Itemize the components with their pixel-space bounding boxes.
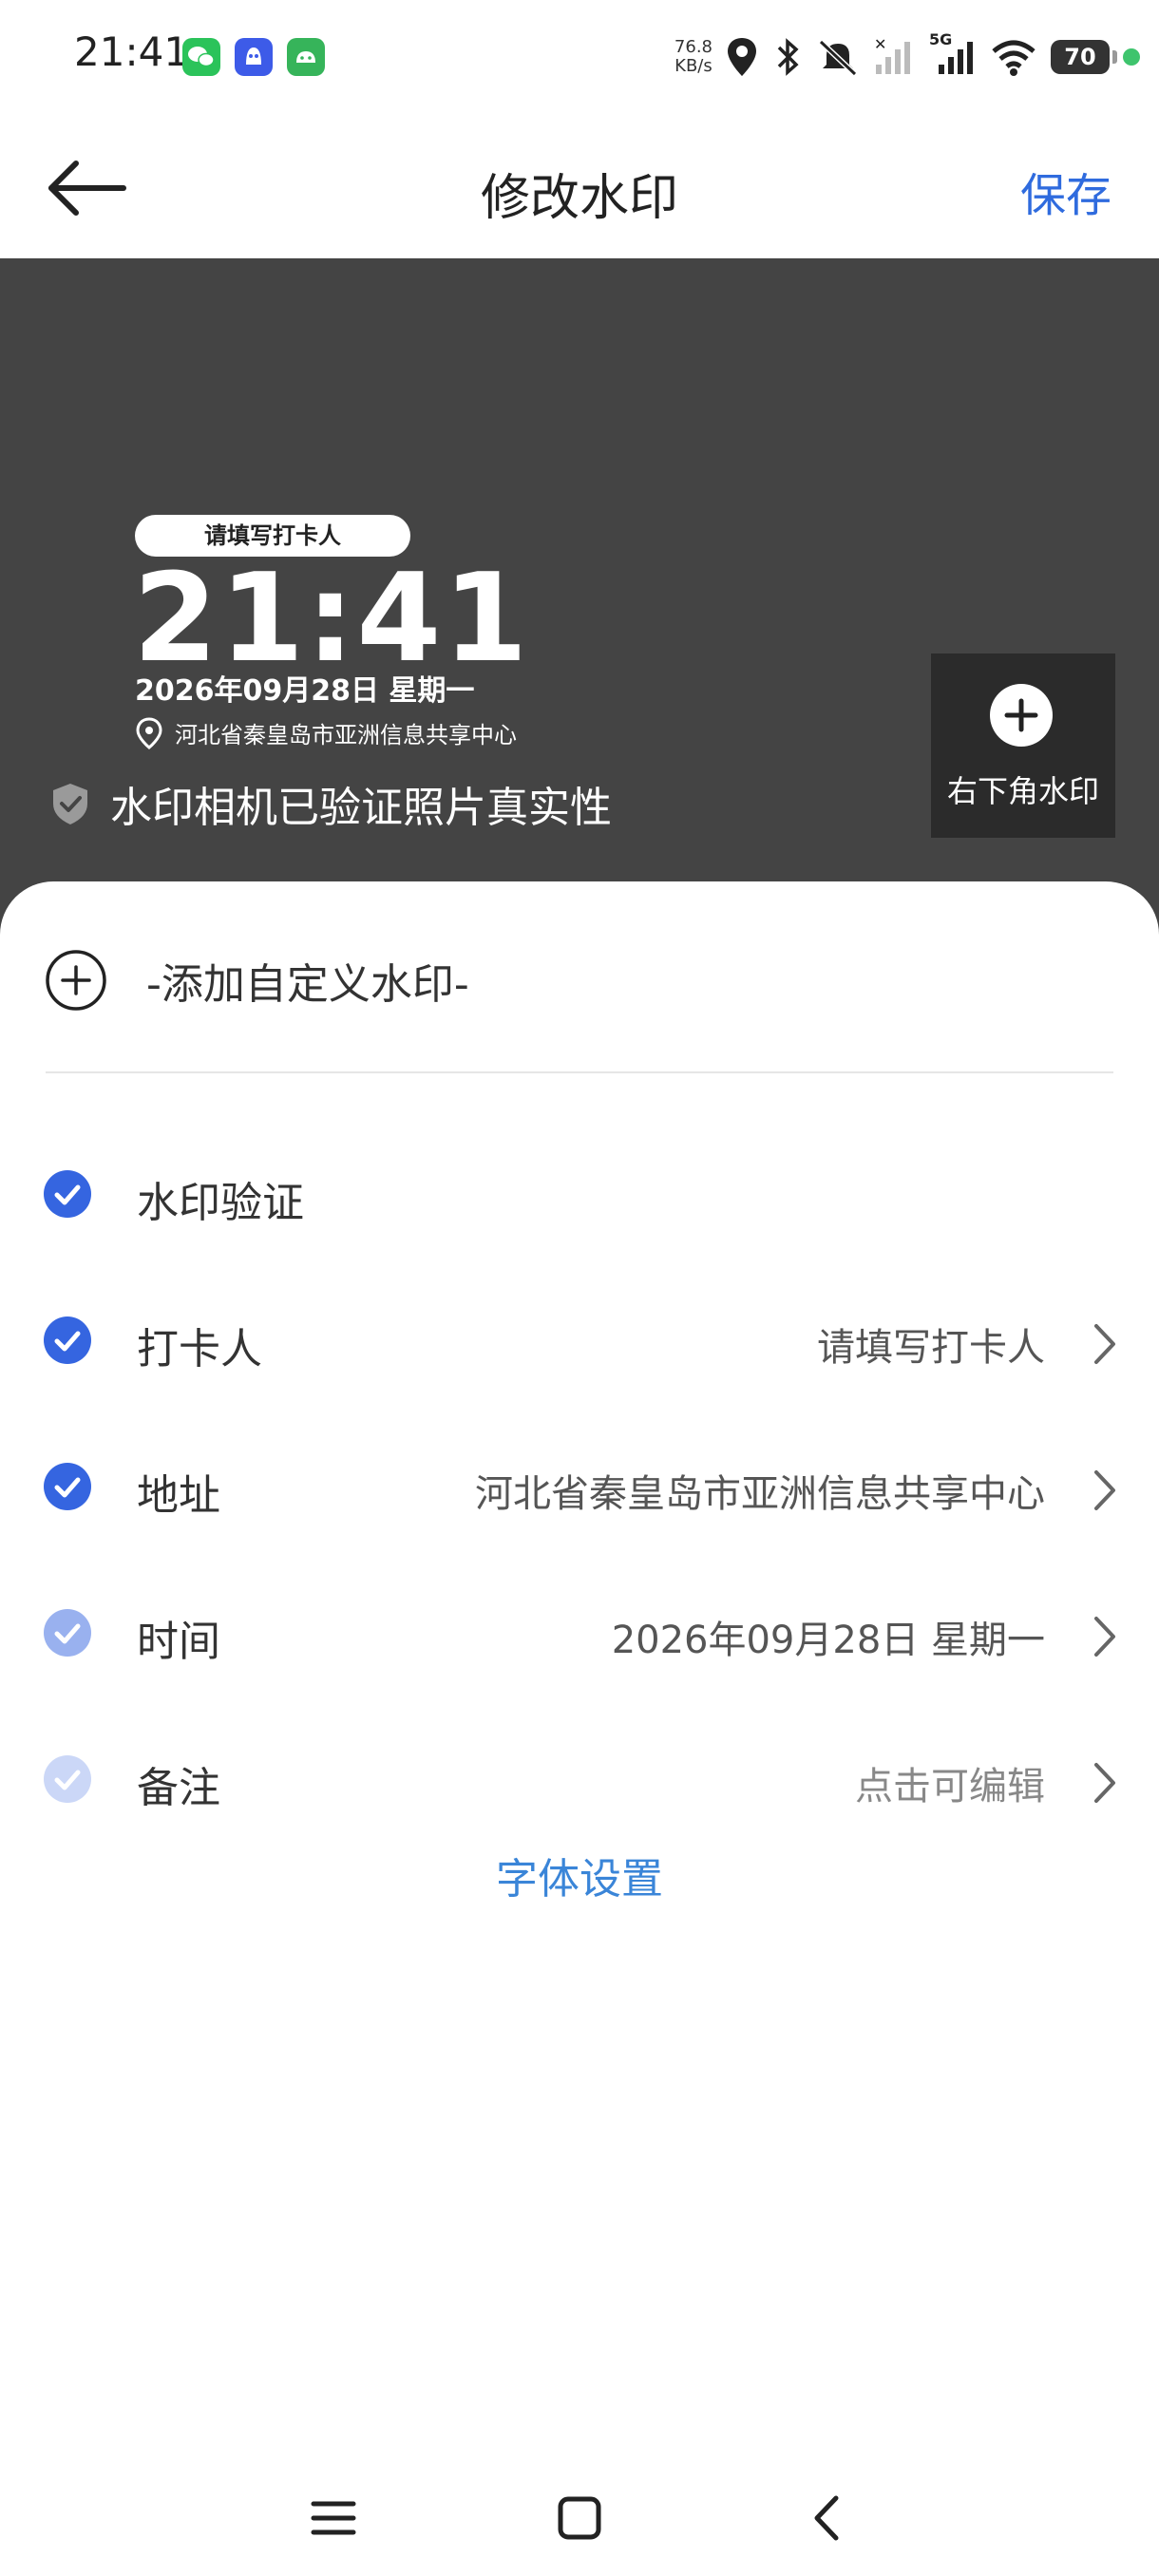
battery-level: 70: [1064, 44, 1096, 70]
list-item-address[interactable]: 地址 河北省秦皇岛市亚洲信息共享中心: [0, 1438, 1159, 1543]
plus-circle-icon: [990, 684, 1053, 747]
chevron-right-icon: [1094, 1470, 1115, 1510]
bluetooth-icon: [777, 38, 799, 76]
home-icon[interactable]: [546, 2485, 613, 2551]
watermark-location-text: 河北省秦皇岛市亚洲信息共享中心: [175, 722, 517, 748]
list-item-checkin-person[interactable]: 打卡人 请填写打卡人: [0, 1292, 1159, 1396]
add-custom-watermark-button[interactable]: -添加自定义水印-: [44, 948, 469, 1013]
check-circle-icon[interactable]: [44, 1316, 91, 1364]
settings-sheet: -添加自定义水印- 水印验证 打卡人 请填写打卡人 地址 河北省秦皇岛市亚洲信息…: [0, 881, 1159, 2576]
battery-icon: 70: [1051, 40, 1117, 74]
item-label: 打卡人: [137, 1325, 262, 1373]
status-icons: 76.8 KB/s ✕ 5G 70: [674, 28, 1140, 85]
android-icon: [287, 38, 325, 76]
location-icon: [728, 38, 756, 76]
wechat-icon: [182, 38, 220, 76]
network-speed: 76.8 KB/s: [674, 38, 712, 76]
chevron-right-icon: [1094, 1617, 1115, 1657]
status-time: 21:41: [74, 28, 190, 75]
qq-icon: [235, 38, 273, 76]
watermark-date: 2026年09月28日 星期一: [135, 674, 475, 708]
watermark-preview: 请填写打卡人 21:41 2026年09月28日 星期一 河北省秦皇岛市亚洲信息…: [0, 258, 1159, 942]
font-settings-link[interactable]: 字体设置: [0, 1845, 1159, 1905]
check-circle-icon[interactable]: [44, 1463, 91, 1510]
chevron-right-icon: [1094, 1763, 1115, 1803]
divider: [46, 1071, 1113, 1073]
location-pin-icon: [136, 716, 162, 749]
signal-off-icon: ✕: [874, 36, 910, 74]
check-circle-icon[interactable]: [44, 1609, 91, 1657]
list-item-remark[interactable]: 备注 点击可编辑: [0, 1731, 1159, 1835]
save-button[interactable]: 保存: [1020, 158, 1112, 224]
speed-value: 76.8: [674, 37, 712, 57]
item-value: 河北省秦皇岛市亚洲信息共享中心: [475, 1472, 1045, 1516]
wifi-icon: [992, 40, 1036, 76]
check-circle-icon[interactable]: [44, 1170, 91, 1218]
add-custom-label: -添加自定义水印-: [146, 960, 469, 1009]
list-item-time[interactable]: 时间 2026年09月28日 星期一: [0, 1584, 1159, 1689]
check-circle-icon[interactable]: [44, 1755, 91, 1803]
svg-text:✕: ✕: [874, 36, 886, 53]
item-label: 时间: [137, 1618, 220, 1666]
mute-icon: [818, 39, 858, 77]
item-value: 2026年09月28日 星期一: [611, 1619, 1045, 1662]
plus-circle-outline-icon: [46, 950, 106, 1011]
item-label: 地址: [137, 1471, 220, 1520]
menu-icon[interactable]: [300, 2485, 367, 2551]
status-bar: 21:41 76.8 KB/s ✕ 5G 70: [0, 0, 1159, 114]
page-title: 修改水印: [480, 170, 678, 227]
bottom-right-watermark-button[interactable]: 右下角水印: [931, 653, 1115, 838]
item-value: 点击可编辑: [855, 1765, 1045, 1809]
network-type: 5G: [929, 30, 953, 48]
shield-check-icon: [53, 784, 87, 824]
item-value: 请填写打卡人: [817, 1326, 1045, 1370]
list-item-watermark-verify[interactable]: 水印验证: [0, 1146, 1159, 1250]
watermark-time: 21:41: [133, 548, 530, 690]
item-label: 备注: [137, 1764, 220, 1812]
navbar: 修改水印 保存: [0, 114, 1159, 258]
chevron-right-icon: [1094, 1324, 1115, 1364]
item-label: 水印验证: [137, 1179, 304, 1227]
speed-unit: KB/s: [674, 56, 712, 76]
system-navigation-bar: [0, 2470, 1159, 2565]
watermark-verify: 水印相机已验证照片真实性: [49, 773, 612, 834]
back-icon[interactable]: [794, 2485, 861, 2551]
watermark-verify-text: 水印相机已验证照片真实性: [110, 784, 612, 832]
corner-button-label: 右下角水印: [946, 773, 1099, 809]
signal-5g-icon: 5G: [929, 30, 977, 78]
privacy-indicator: [1123, 48, 1140, 66]
watermark-location: 河北省秦皇岛市亚洲信息共享中心: [135, 716, 517, 749]
